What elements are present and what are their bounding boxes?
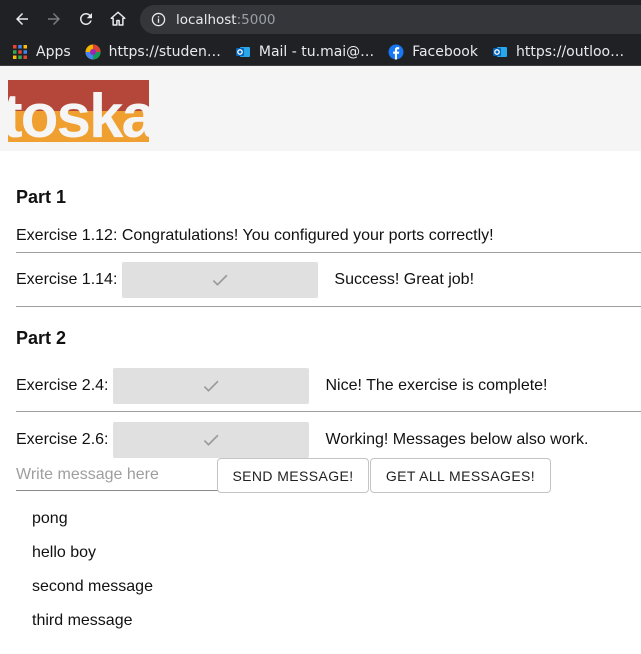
exercise-1-14-check-button[interactable] bbox=[122, 262, 319, 298]
site-header: toska bbox=[0, 66, 641, 151]
colorful-site-icon bbox=[85, 44, 101, 59]
exercise-1-12-text: Exercise 1.12: Congratulations! You conf… bbox=[16, 227, 494, 244]
message-list: pong hello boy second message third mess… bbox=[32, 510, 153, 646]
arrow-right-icon bbox=[48, 13, 60, 25]
bookmark-students[interactable]: https://studen… bbox=[77, 38, 227, 65]
url-port: :5000 bbox=[236, 11, 276, 28]
bookmark-label: https://outloo… bbox=[515, 43, 625, 60]
home-icon bbox=[110, 11, 126, 26]
bookmark-facebook[interactable]: Facebook bbox=[380, 38, 484, 65]
bookmark-label: https://studen… bbox=[108, 43, 221, 60]
address-bar[interactable]: localhost:5000 bbox=[140, 5, 641, 34]
checkmark-icon bbox=[204, 380, 219, 392]
exercise-2-6-row: Exercise 2.6: Working! Messages below al… bbox=[16, 422, 588, 458]
bookmark-outlook[interactable]: https://outloo… bbox=[484, 38, 630, 65]
info-icon[interactable] bbox=[150, 12, 166, 28]
bookmark-mail[interactable]: Mail - tu.mai@… bbox=[227, 38, 380, 65]
exercise-2-4-label: Exercise 2.4: bbox=[16, 377, 109, 394]
toska-logo: toska bbox=[8, 80, 149, 142]
arrow-left-icon bbox=[16, 13, 28, 25]
bookmark-label: Apps bbox=[36, 43, 71, 60]
send-message-button[interactable]: SEND MESSAGE! bbox=[217, 458, 369, 493]
get-all-messages-button[interactable]: GET ALL MESSAGES! bbox=[370, 458, 551, 493]
outlook-icon bbox=[492, 46, 507, 57]
reload-icon bbox=[79, 12, 92, 25]
divider bbox=[16, 411, 641, 412]
exercise-1-14-row: Exercise 1.14: Success! Great job! bbox=[16, 262, 474, 298]
bookmark-label: Facebook bbox=[412, 43, 478, 60]
facebook-icon bbox=[388, 44, 404, 59]
list-item: pong bbox=[32, 510, 68, 527]
divider bbox=[16, 252, 641, 253]
exercise-2-4-status: Nice! The exercise is complete! bbox=[325, 377, 548, 394]
exercise-2-6-check-button[interactable] bbox=[113, 422, 310, 458]
checkmark-icon bbox=[213, 274, 228, 286]
bookmark-apps[interactable]: Apps bbox=[0, 38, 77, 65]
forward-button[interactable] bbox=[42, 7, 66, 31]
address-url: localhost:5000 bbox=[176, 12, 276, 28]
message-input[interactable] bbox=[16, 459, 218, 491]
part2-heading: Part 2 bbox=[16, 328, 67, 348]
exercise-2-6-status: Working! Messages below also work. bbox=[325, 431, 589, 448]
bookmark-label: Mail - tu.mai@… bbox=[258, 43, 375, 60]
part1-heading: Part 1 bbox=[16, 187, 67, 207]
url-host: localhost bbox=[176, 11, 237, 28]
home-button[interactable] bbox=[106, 7, 130, 31]
exercise-1-14-status: Success! Great job! bbox=[334, 271, 475, 288]
exercise-2-4-row: Exercise 2.4: Nice! The exercise is comp… bbox=[16, 368, 548, 404]
exercise-1-14-label: Exercise 1.14: bbox=[16, 271, 118, 288]
back-button[interactable] bbox=[10, 7, 34, 31]
list-item: second message bbox=[32, 578, 153, 595]
exercise-2-6-label: Exercise 2.6: bbox=[16, 431, 109, 448]
outlook-icon bbox=[235, 46, 250, 57]
checkmark-icon bbox=[204, 434, 219, 446]
list-item: third message bbox=[32, 612, 133, 629]
bookmarks-bar: Apps https://studen… Mail - tu.mai@… Fac… bbox=[0, 38, 641, 66]
apps-grid-icon bbox=[13, 44, 27, 59]
browser-toolbar: localhost:5000 bbox=[0, 0, 641, 38]
divider bbox=[16, 306, 641, 307]
exercise-2-4-check-button[interactable] bbox=[113, 368, 310, 404]
logo-text: toska bbox=[8, 82, 149, 142]
reload-button[interactable] bbox=[74, 7, 98, 31]
list-item: hello boy bbox=[32, 544, 97, 561]
